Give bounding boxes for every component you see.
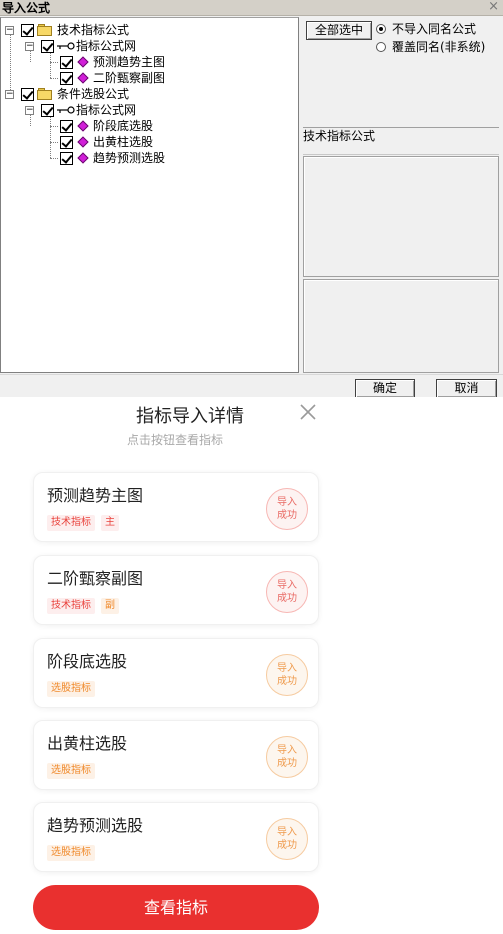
indicator-name: 预测趋势主图 bbox=[47, 486, 144, 505]
tree-label[interactable]: 阶段底选股 bbox=[93, 118, 153, 134]
import-success-stamp: 导入 成功 bbox=[266, 571, 308, 613]
tag-list: 选股指标 bbox=[47, 681, 95, 697]
tree-node-formula-item: 阶段底选股 bbox=[1, 118, 201, 134]
key-icon bbox=[57, 42, 75, 50]
sheet-subtitle: 点击按钮查看指标 bbox=[126, 433, 223, 447]
checkbox-tech-formulas[interactable] bbox=[21, 24, 34, 37]
dialog-title: 导入公式 bbox=[2, 1, 51, 15]
tag-list: 技术指标 副 bbox=[47, 598, 119, 614]
folder-icon bbox=[37, 88, 53, 100]
select-all-button[interactable]: 全部选中 bbox=[306, 21, 372, 40]
import-success-stamp: 导入 成功 bbox=[266, 736, 308, 778]
tree-node-formula-item: 二阶甄察副图 bbox=[1, 70, 201, 86]
indicator-card[interactable]: 出黄柱选股 选股指标 导入 成功 bbox=[33, 720, 319, 790]
checkbox-formula-item[interactable] bbox=[60, 136, 73, 149]
indicator-name: 二阶甄察副图 bbox=[47, 569, 144, 588]
close-icon[interactable]: × bbox=[488, 0, 499, 14]
checkbox-formula-net[interactable] bbox=[41, 104, 54, 117]
indicator-name: 趋势预测选股 bbox=[47, 816, 144, 835]
stamp-line: 导入 bbox=[277, 827, 297, 838]
tree-node-formula-item: 出黄柱选股 bbox=[1, 134, 201, 150]
chart-type-tag: 主 bbox=[101, 515, 119, 531]
options-panel: 全部选中 不导入同名公式 覆盖同名(非系统) 技术指标公式 bbox=[301, 17, 503, 373]
stamp-line: 导入 bbox=[277, 663, 297, 674]
diamond-icon bbox=[77, 152, 89, 164]
radio-button[interactable] bbox=[376, 42, 386, 52]
tree-node-formula-net: − 指标公式网 bbox=[1, 102, 201, 118]
checkbox-formula-item[interactable] bbox=[60, 72, 73, 85]
close-icon[interactable] bbox=[298, 402, 318, 422]
diamond-icon bbox=[77, 56, 89, 68]
tree-node-formula-item: 预测趋势主图 bbox=[1, 54, 201, 70]
tree-label[interactable]: 指标公式网 bbox=[76, 38, 136, 54]
stamp-line: 导入 bbox=[277, 497, 297, 508]
diamond-icon bbox=[77, 120, 89, 132]
chart-type-tag: 副 bbox=[101, 598, 119, 614]
indicator-name: 阶段底选股 bbox=[47, 652, 128, 671]
import-success-stamp: 导入 成功 bbox=[266, 488, 308, 530]
tag-list: 选股指标 bbox=[47, 845, 95, 861]
stamp-line: 成功 bbox=[277, 593, 297, 604]
category-tag: 选股指标 bbox=[47, 681, 95, 697]
tree-node-tech-formulas: − 技术指标公式 bbox=[1, 22, 201, 38]
stamp-line: 导入 bbox=[277, 580, 297, 591]
formula-detail-box bbox=[303, 279, 499, 373]
collapse-icon[interactable]: − bbox=[25, 42, 34, 51]
collapse-icon[interactable]: − bbox=[5, 90, 14, 99]
import-formula-dialog: 导入公式 × − 技术指标公式 − 指标公式网 预测趋势主图 二阶甄察副图 − … bbox=[0, 0, 503, 398]
indicator-card[interactable]: 阶段底选股 选股指标 导入 成功 bbox=[33, 638, 319, 708]
sheet-title: 指标导入详情 bbox=[136, 406, 244, 427]
formula-tree: − 技术指标公式 − 指标公式网 预测趋势主图 二阶甄察副图 − 条件选股公式 … bbox=[0, 17, 299, 373]
radio-button-selected[interactable] bbox=[376, 24, 386, 34]
tag-list: 选股指标 bbox=[47, 763, 95, 779]
tree-label[interactable]: 预测趋势主图 bbox=[93, 54, 165, 70]
tag-list: 技术指标 主 bbox=[47, 515, 119, 531]
import-details-sheet: 指标导入详情 点击按钮查看指标 预测趋势主图 技术指标 主 导入 成功 二阶甄察… bbox=[0, 397, 503, 934]
checkbox-formula-item[interactable] bbox=[60, 120, 73, 133]
import-success-stamp: 导入 成功 bbox=[266, 818, 308, 860]
stamp-line: 成功 bbox=[277, 676, 297, 687]
tree-label[interactable]: 二阶甄察副图 bbox=[93, 70, 165, 86]
indicator-card[interactable]: 预测趋势主图 技术指标 主 导入 成功 bbox=[33, 472, 319, 542]
dialog-button-bar: 确定 取消 bbox=[0, 374, 503, 398]
collapse-icon[interactable]: − bbox=[25, 106, 34, 115]
category-tag: 技术指标 bbox=[47, 598, 95, 614]
cancel-button[interactable]: 取消 bbox=[436, 379, 497, 398]
diamond-icon bbox=[77, 136, 89, 148]
indicator-name: 出黄柱选股 bbox=[47, 734, 128, 753]
checkbox-formula-net[interactable] bbox=[41, 40, 54, 53]
stamp-line: 成功 bbox=[277, 758, 297, 769]
stamp-line: 导入 bbox=[277, 745, 297, 756]
formula-type-label: 技术指标公式 bbox=[303, 127, 499, 155]
tree-node-formula-net: − 指标公式网 bbox=[1, 38, 201, 54]
dialog-titlebar: 导入公式 × bbox=[0, 0, 503, 16]
tree-label[interactable]: 趋势预测选股 bbox=[93, 150, 165, 166]
indicator-card[interactable]: 二阶甄察副图 技术指标 副 导入 成功 bbox=[33, 555, 319, 625]
key-icon bbox=[57, 106, 75, 114]
stamp-line: 成功 bbox=[277, 840, 297, 851]
tree-label[interactable]: 出黄柱选股 bbox=[93, 134, 153, 150]
category-tag: 选股指标 bbox=[47, 845, 95, 861]
checkbox-condition-formulas[interactable] bbox=[21, 88, 34, 101]
formula-description-box bbox=[303, 156, 499, 277]
ok-button[interactable]: 确定 bbox=[355, 379, 415, 398]
checkbox-formula-item[interactable] bbox=[60, 56, 73, 69]
category-tag: 选股指标 bbox=[47, 763, 95, 779]
tree-node-formula-item: 趋势预测选股 bbox=[1, 150, 201, 166]
indicator-card[interactable]: 趋势预测选股 选股指标 导入 成功 bbox=[33, 802, 319, 872]
view-indicators-button[interactable]: 查看指标 bbox=[33, 885, 319, 930]
folder-icon bbox=[37, 24, 53, 36]
checkbox-formula-item[interactable] bbox=[60, 152, 73, 165]
radio-label: 不导入同名公式 bbox=[392, 22, 477, 36]
collapse-icon[interactable]: − bbox=[5, 26, 14, 35]
import-success-stamp: 导入 成功 bbox=[266, 654, 308, 696]
tree-label[interactable]: 技术指标公式 bbox=[57, 22, 129, 38]
category-tag: 技术指标 bbox=[47, 515, 95, 531]
diamond-icon bbox=[77, 72, 89, 84]
tree-label[interactable]: 条件选股公式 bbox=[57, 86, 129, 102]
tree-label[interactable]: 指标公式网 bbox=[76, 102, 136, 118]
stamp-line: 成功 bbox=[277, 510, 297, 521]
tree-node-condition-formulas: − 条件选股公式 bbox=[1, 86, 201, 102]
radio-label: 覆盖同名(非系统) bbox=[392, 40, 486, 54]
